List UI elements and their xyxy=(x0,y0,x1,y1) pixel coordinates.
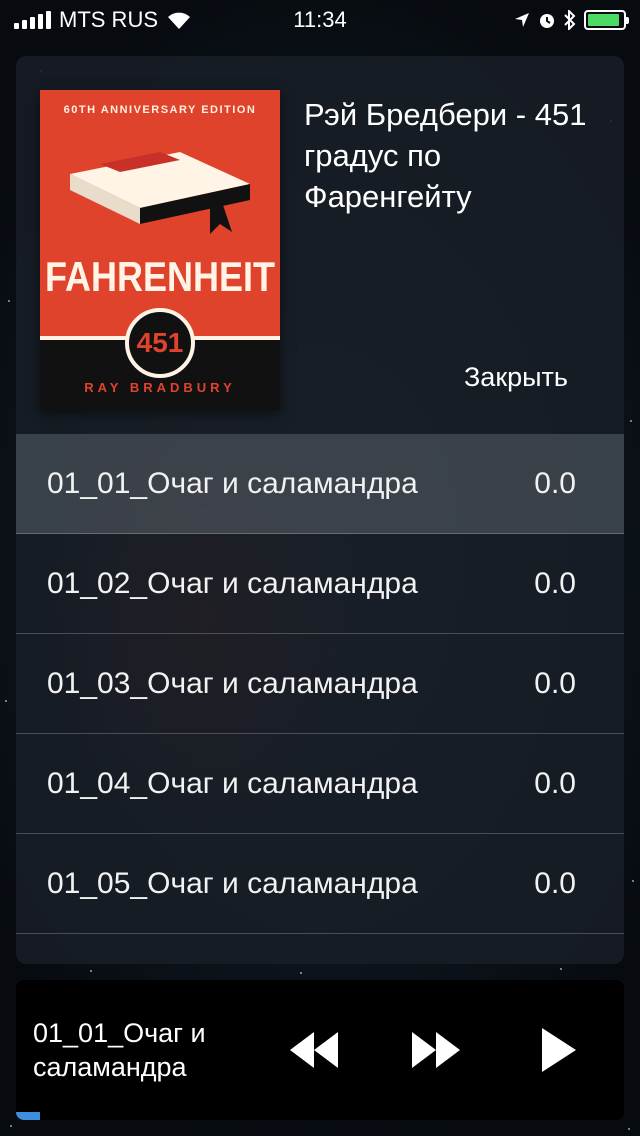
fast-forward-button[interactable] xyxy=(406,1024,466,1076)
mini-player: 01_01_Очаг и саламандра xyxy=(16,980,624,1120)
cover-title-text: FAHRENHEIT xyxy=(44,252,275,300)
bluetooth-icon xyxy=(564,10,576,30)
track-row[interactable]: 01_03_Очаг и саламандра 0.0 xyxy=(16,634,624,734)
book-title: Рэй Бредбери - 451 градус по Фаренгейту xyxy=(304,97,587,214)
playback-progress-bar[interactable] xyxy=(16,1112,624,1120)
track-value: 0.0 xyxy=(534,566,576,600)
rewind-button[interactable] xyxy=(284,1024,344,1076)
book-panel: 60TH ANNIVERSARY EDITION FAHRENHEIT 451 … xyxy=(16,56,624,964)
track-value: 0.0 xyxy=(534,766,576,800)
cover-number-badge: 451 xyxy=(125,308,195,378)
track-value: 0.0 xyxy=(534,866,576,900)
rewind-icon xyxy=(290,1032,338,1068)
track-name: 01_05_Очаг и саламандра xyxy=(47,866,418,900)
track-name: 01_03_Очаг и саламандра xyxy=(47,666,418,700)
track-name: 01_04_Очаг и саламандра xyxy=(47,766,418,800)
track-list: 01_01_Очаг и саламандра 0.0 01_02_Очаг и… xyxy=(16,434,624,934)
alarm-icon xyxy=(540,14,554,28)
wifi-icon xyxy=(168,12,190,29)
status-bar: MTS RUS 11:34 xyxy=(0,0,640,40)
book-illustration xyxy=(70,152,250,234)
track-name: 01_01_Очаг и саламандра xyxy=(47,466,418,500)
location-icon xyxy=(515,13,529,27)
close-button[interactable]: Закрыть xyxy=(464,362,568,393)
book-cover-image: 60TH ANNIVERSARY EDITION FAHRENHEIT 451 … xyxy=(40,90,280,410)
track-value: 0.0 xyxy=(534,666,576,700)
track-row[interactable]: 01_05_Очаг и саламандра 0.0 xyxy=(16,834,624,934)
track-row[interactable]: 01_04_Очаг и саламандра 0.0 xyxy=(16,734,624,834)
track-value: 0.0 xyxy=(534,466,576,500)
status-left: MTS RUS xyxy=(14,7,192,33)
track-name: 01_02_Очаг и саламандра xyxy=(47,566,418,600)
play-button[interactable] xyxy=(528,1024,588,1076)
track-row[interactable]: 01_02_Очаг и саламандра 0.0 xyxy=(16,534,624,634)
cover-edition-text: 60TH ANNIVERSARY EDITION xyxy=(63,104,257,116)
carrier-label: MTS RUS xyxy=(59,7,158,32)
status-right xyxy=(514,10,629,30)
fast-forward-icon xyxy=(412,1032,460,1068)
book-header: 60TH ANNIVERSARY EDITION FAHRENHEIT 451 … xyxy=(16,56,624,434)
battery-icon xyxy=(584,10,629,30)
battery-level xyxy=(588,14,619,26)
signal-icon xyxy=(14,11,51,29)
cover-author-text: RAY BRADBURY xyxy=(84,380,236,395)
now-playing-title: 01_01_Очаг и саламандра xyxy=(33,1018,206,1082)
track-row[interactable]: 01_01_Очаг и саламандра 0.0 xyxy=(16,434,624,534)
playback-progress-fill xyxy=(16,1112,41,1120)
play-icon xyxy=(542,1028,576,1072)
